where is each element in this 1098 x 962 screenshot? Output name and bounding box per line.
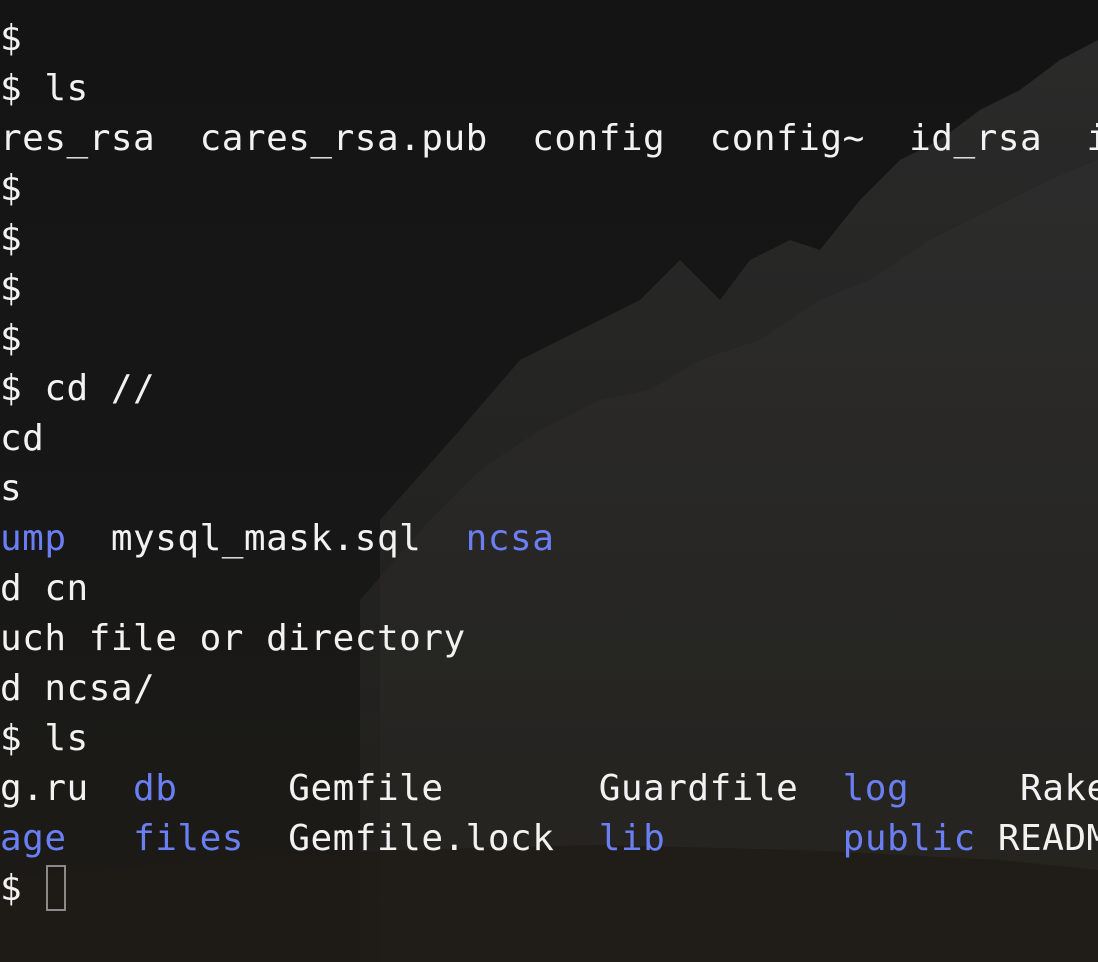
- directory-name: log: [842, 768, 910, 809]
- terminal-line: uch file or directory: [0, 614, 1098, 664]
- directory-name: db: [133, 768, 178, 809]
- terminal-line: d ncsa/: [0, 664, 1098, 714]
- prompt-line[interactable]: $: [0, 864, 1098, 914]
- terminal-line: cd: [0, 414, 1098, 464]
- directory-name: ncsa: [465, 518, 555, 559]
- output-text: s: [0, 468, 23, 509]
- output-text: $ ls: [0, 68, 89, 109]
- output-text: g.ru: [0, 768, 134, 809]
- terminal-line: g.ru db Gemfile Guardfile log Rakefile: [0, 764, 1098, 814]
- terminal-output: $ $ ls res_rsa cares_rsa.pub config config…: [0, 14, 1098, 914]
- output-text: res_rsa cares_rsa.pub config config~ id_…: [0, 118, 1098, 159]
- directory-name: files: [133, 818, 244, 859]
- output-text: $: [0, 18, 23, 59]
- terminal-line: $: [0, 164, 1098, 214]
- output-text: Gemfile Guardfile: [177, 768, 843, 809]
- terminal-line: age files Gemfile.lock lib public README: [0, 814, 1098, 864]
- output-text: $ ls: [0, 718, 89, 759]
- terminal-line: $: [0, 14, 1098, 64]
- terminal-line: res_rsa cares_rsa.pub config config~ id_…: [0, 114, 1098, 164]
- output-text: uch file or directory: [0, 618, 466, 659]
- output-text: mysql_mask.sql: [66, 518, 466, 559]
- output-text: $ cd //: [0, 368, 156, 409]
- directory-name: age: [0, 818, 67, 859]
- text-cursor[interactable]: [46, 865, 67, 911]
- output-text: $: [0, 218, 23, 259]
- terminal-line: s: [0, 464, 1098, 514]
- terminal-window[interactable]: $ $ ls res_rsa cares_rsa.pub config config…: [0, 0, 1098, 962]
- output-text: cd: [0, 418, 45, 459]
- terminal-line: $: [0, 314, 1098, 364]
- output-text: Gemfile.lock: [243, 818, 599, 859]
- output-text: $: [0, 318, 23, 359]
- terminal-line: d cn: [0, 564, 1098, 614]
- terminal-line: $ ls: [0, 64, 1098, 114]
- terminal-line: ump mysql_mask.sql ncsa: [0, 514, 1098, 564]
- output-text: d ncsa/: [0, 668, 156, 709]
- terminal-line: $ cd //: [0, 364, 1098, 414]
- output-text: Rakefile: [1020, 768, 1098, 809]
- terminal-line: $: [0, 264, 1098, 314]
- directory-name: public: [842, 818, 976, 859]
- output-text: $: [0, 168, 23, 209]
- directory-name: lib: [598, 818, 666, 859]
- terminal-line: $: [0, 214, 1098, 264]
- output-text: $: [0, 868, 45, 909]
- output-text: $: [0, 268, 23, 309]
- output-text: d cn: [0, 568, 89, 609]
- terminal-line: $ ls: [0, 714, 1098, 764]
- directory-name: ump: [0, 518, 67, 559]
- output-text: README: [997, 818, 1098, 859]
